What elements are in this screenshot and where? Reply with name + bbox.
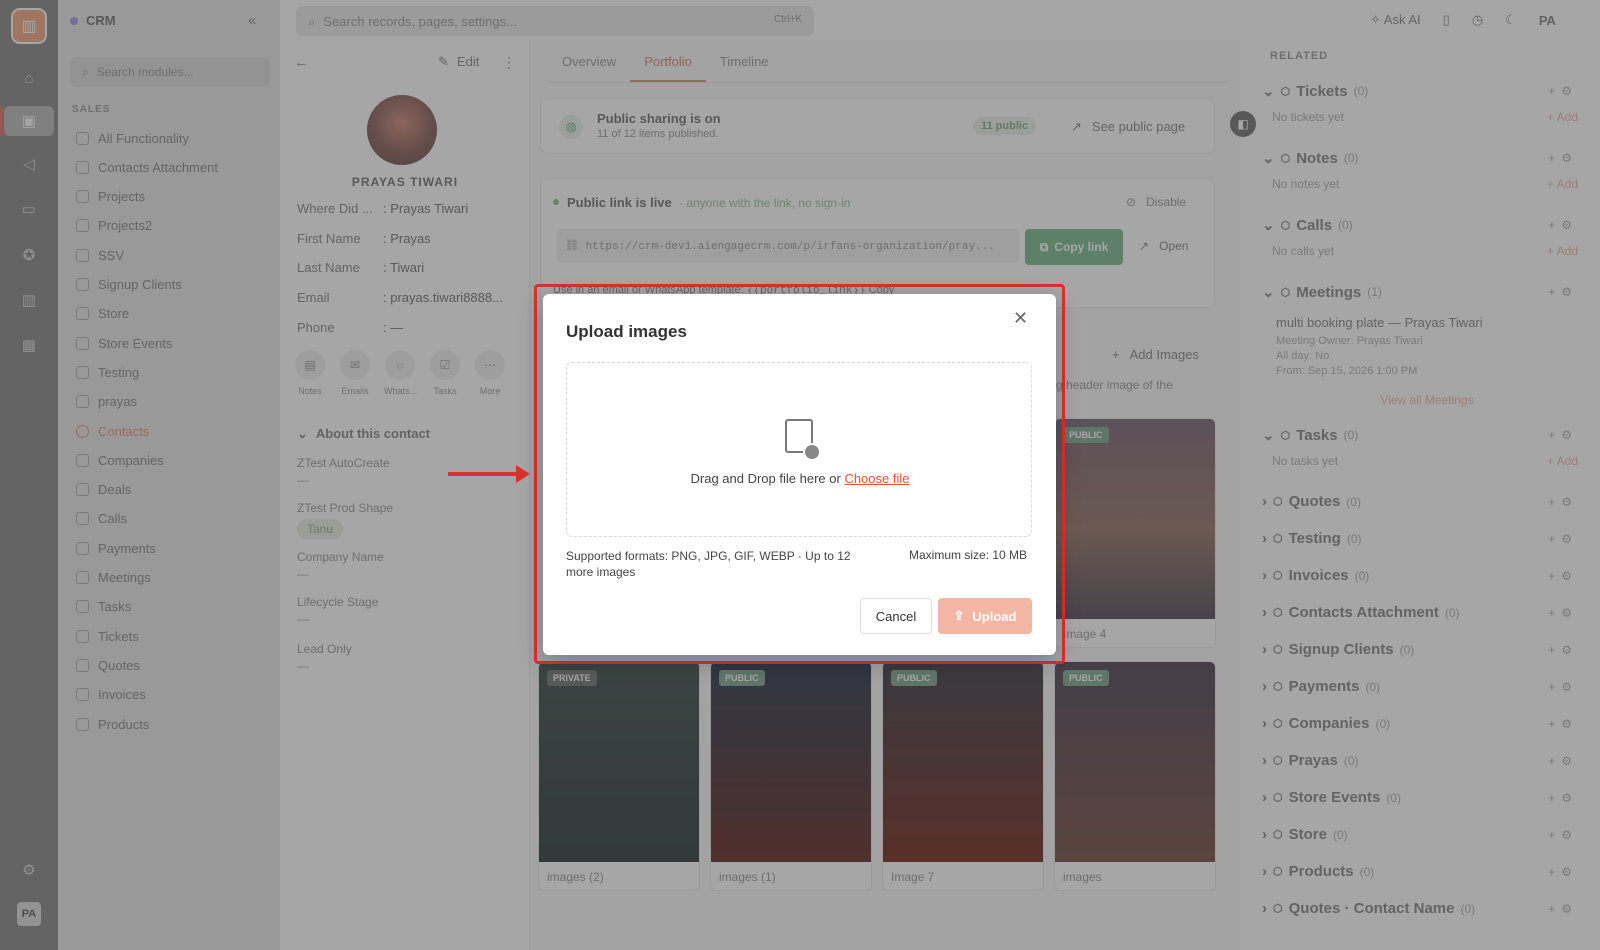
max-size: Maximum size: 10 MB — [909, 548, 1028, 562]
upload-button[interactable]: ⇪ Upload — [938, 598, 1032, 634]
drop-instructions: Drag and Drop file here or Choose file — [567, 471, 1033, 486]
dialog-title: Upload images — [566, 322, 687, 341]
file-upload-icon — [785, 419, 821, 461]
drop-text: Drag and Drop file here or — [690, 471, 841, 486]
close-icon[interactable]: ✕ — [1013, 308, 1028, 329]
upload-label: Upload — [972, 608, 1017, 624]
pointer-arrow-icon — [448, 465, 530, 483]
cancel-button[interactable]: Cancel — [860, 598, 932, 634]
file-drop-zone[interactable]: Drag and Drop file here or Choose file — [566, 362, 1032, 537]
choose-file-link[interactable]: Choose file — [844, 471, 909, 486]
supported-formats: Supported formats: PNG, JPG, GIF, WEBP ·… — [566, 549, 851, 579]
upload-images-dialog: Upload images ✕ Drag and Drop file here … — [543, 294, 1056, 655]
upload-icon: ⇪ — [953, 608, 965, 623]
